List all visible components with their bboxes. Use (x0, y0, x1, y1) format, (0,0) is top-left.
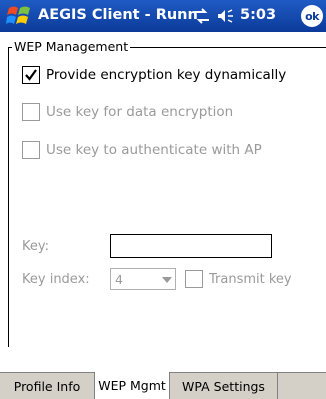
key-index-label: Key index: (22, 272, 90, 287)
tab-label: WPA Settings (182, 379, 265, 394)
checkmark-icon (25, 69, 37, 81)
provide-dynamic-row[interactable]: Provide encryption key dynamically (22, 66, 286, 84)
provide-dynamic-label: Provide encryption key dynamically (46, 67, 287, 83)
use-data-row[interactable]: Use key for data encryption (22, 103, 233, 121)
tab-label: WEP Mgmt (98, 378, 166, 393)
key-index-value: 4 (115, 272, 123, 287)
title-bar: AEGIS Client - Runn 5:03 ok (0, 0, 326, 32)
connectivity-icon[interactable] (193, 8, 211, 24)
windows-start-icon[interactable] (6, 4, 32, 28)
use-auth-checkbox[interactable] (22, 141, 40, 159)
clock-time[interactable]: 5:03 (240, 7, 276, 23)
group-title: WEP Management (12, 39, 131, 55)
tab-bar: Profile Info WEP Mgmt WPA Settings (0, 372, 326, 399)
use-auth-row[interactable]: Use key to authenticate with AP (22, 141, 262, 159)
key-input[interactable] (110, 234, 272, 258)
key-index-select[interactable]: 4 (110, 268, 176, 290)
transmit-key-label: Transmit key (209, 271, 292, 287)
tab-label: Profile Info (13, 379, 81, 394)
use-auth-label: Use key to authenticate with AP (46, 142, 262, 158)
wep-management-group (8, 47, 326, 347)
transmit-key-row[interactable]: Transmit key (185, 270, 292, 288)
use-data-checkbox[interactable] (22, 103, 40, 121)
tab-wep-mgmt[interactable]: WEP Mgmt (94, 372, 170, 399)
use-data-label: Use key for data encryption (46, 104, 234, 120)
transmit-key-checkbox[interactable] (185, 270, 203, 288)
tab-wpa-settings[interactable]: WPA Settings (170, 373, 278, 399)
window-title: AEGIS Client - Runn (38, 7, 198, 23)
provide-dynamic-checkbox[interactable] (22, 66, 40, 84)
dropdown-arrow-icon[interactable] (162, 277, 172, 283)
tab-profile-info[interactable]: Profile Info (0, 373, 95, 399)
key-label: Key: (22, 239, 50, 254)
ok-button[interactable]: ok (301, 5, 323, 27)
volume-icon[interactable] (216, 8, 234, 24)
